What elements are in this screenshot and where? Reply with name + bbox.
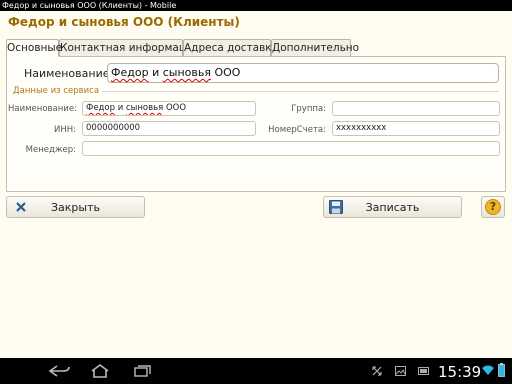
service-name-word: и: [117, 103, 124, 113]
service-name-label: Наименование:: [8, 104, 77, 114]
tab-delivery-addresses[interactable]: Адреса доставки: [183, 39, 278, 57]
service-group-title: Данные из сервиса: [13, 86, 103, 96]
service-name-word: сыновья: [125, 103, 164, 113]
recent-apps-icon[interactable]: [134, 365, 152, 377]
close-button-label: Закрыть: [51, 201, 100, 214]
gallery-icon: [395, 366, 406, 376]
back-icon[interactable]: [47, 365, 71, 377]
account-field[interactable]: xxxxxxxxxx: [332, 121, 500, 136]
help-button[interactable]: ?: [481, 196, 505, 218]
window-title: Федор и сыновья ООО (Клиенты) - Mobile: [2, 1, 177, 10]
form-title: Федор и сыновья ООО (Клиенты): [8, 15, 240, 29]
service-name-word: ООО: [165, 103, 187, 113]
home-icon[interactable]: [90, 364, 110, 378]
tab-contact-info[interactable]: Контактная информация: [59, 39, 199, 57]
manager-field[interactable]: [82, 141, 500, 156]
system-nav-bar: [0, 358, 512, 384]
battery-small-icon: [418, 367, 429, 375]
name-word: ООО: [214, 66, 241, 79]
name-input[interactable]: Федор и сыновья ООО: [107, 63, 499, 83]
close-button[interactable]: Закрыть: [6, 196, 145, 218]
inn-field[interactable]: 0000000000: [82, 121, 256, 136]
tab-main[interactable]: Основные: [6, 39, 62, 57]
name-label: Наименование:: [24, 67, 114, 80]
account-label: НомерСчета:: [268, 125, 326, 135]
manager-label: Менеджер:: [25, 145, 76, 155]
help-icon: ?: [485, 199, 501, 215]
service-name-word: Федор: [86, 103, 116, 113]
wifi-icon: [482, 365, 494, 375]
group-label: Группа:: [291, 104, 326, 114]
tab-additional[interactable]: Дополнительно: [271, 39, 359, 57]
resize-icon: [372, 366, 382, 376]
inn-label: ИНН:: [53, 125, 76, 135]
name-word: Федор: [111, 66, 149, 79]
battery-icon: [498, 363, 505, 377]
clock: 15:39: [438, 363, 482, 381]
service-name-field[interactable]: Федор и сыновья ООО: [82, 101, 256, 116]
help-label: ?: [489, 200, 497, 213]
save-button-label: Записать: [365, 201, 420, 214]
save-button[interactable]: Записать: [323, 196, 462, 218]
group-field[interactable]: [332, 101, 500, 116]
name-word: и: [152, 66, 160, 79]
name-word: сыновья: [162, 66, 211, 79]
window-title-bar: Федор и сыновья ООО (Клиенты) - Mobile: [0, 0, 512, 11]
